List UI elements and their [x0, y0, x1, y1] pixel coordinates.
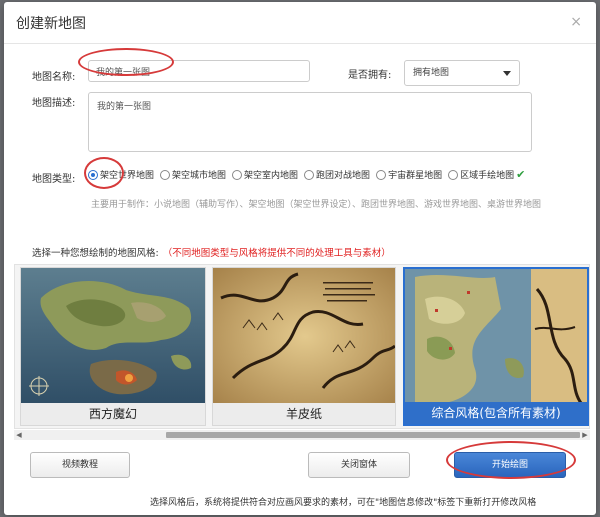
radio-fantasy-indoor-map[interactable]: 架空室内地图: [232, 168, 298, 181]
parchment-thumbnail: [213, 268, 395, 405]
style-warning-text: （不同地图类型与风格将提供不同的处理工具与素材）: [162, 248, 391, 259]
style-prompt: 选择一种您想绘制的地图风格: （不同地图类型与风格将提供不同的处理工具与素材）: [32, 245, 391, 259]
style-card-mixed[interactable]: 综合风格(包含所有素材): [403, 267, 589, 426]
radio-label: 架空世界地图: [100, 171, 155, 181]
radio-trpg-battle-map[interactable]: 跑团对战地图: [304, 168, 370, 181]
style-card-caption: 西方魔幻: [21, 403, 205, 425]
style-prompt-text: 选择一种您想绘制的地图风格:: [32, 248, 159, 259]
style-card-caption: 羊皮纸: [213, 403, 395, 425]
radio-label: 架空室内地图: [244, 171, 299, 181]
map-name-input[interactable]: 我的第一张图: [88, 60, 310, 82]
style-card-parchment[interactable]: 羊皮纸: [212, 267, 396, 426]
ownership-label: 是否拥有:: [348, 70, 392, 81]
radio-dot: [448, 169, 459, 180]
dialog-title-bar: 创建新地图 ×: [4, 2, 596, 44]
radio-label: 跑团对战地图: [316, 171, 371, 181]
gallery-horizontal-scrollbar[interactable]: ◀ ▶: [14, 430, 590, 440]
mixed-style-thumbnail: [405, 269, 587, 406]
ownership-select[interactable]: 拥有地图: [404, 60, 520, 86]
checkmark-icon: ✔: [516, 168, 526, 181]
style-gallery: 西方魔幻 羊皮纸 综合风格(包含所有素材): [14, 264, 590, 429]
close-window-button[interactable]: 关闭窗体: [308, 452, 410, 478]
video-tutorial-button[interactable]: 视频教程: [30, 452, 130, 478]
western-fantasy-thumbnail: [21, 268, 205, 405]
start-drawing-button[interactable]: 开始绘图: [454, 452, 566, 478]
style-card-western-fantasy[interactable]: 西方魔幻: [20, 267, 206, 426]
scroll-right-arrow-icon[interactable]: ▶: [581, 431, 589, 439]
map-name-label: 地图名称:: [32, 72, 76, 83]
map-type-radio-group: 架空世界地图 架空城市地图 架空室内地图 跑团对战地图 宇宙群星地图 区域手绘地…: [88, 168, 531, 181]
chevron-down-icon: [503, 71, 511, 76]
style-card-caption: 综合风格(包含所有素材): [405, 402, 587, 424]
map-type-usage-note: 主要用于制作：小说地图（辅助写作）、架空地图（架空世界设定）、跑团世界地图、游戏…: [91, 200, 542, 210]
scrollbar-thumb[interactable]: [166, 432, 580, 438]
radio-dot: [304, 169, 315, 180]
radio-fantasy-world-map[interactable]: 架空世界地图: [88, 168, 154, 181]
radio-cosmos-star-map[interactable]: 宇宙群星地图: [376, 168, 442, 181]
dialog-title: 创建新地图: [16, 16, 86, 32]
radio-label: 区域手绘地图: [460, 171, 515, 181]
map-description-label: 地图描述:: [32, 98, 76, 109]
radio-dot: [88, 169, 98, 180]
close-icon[interactable]: ×: [570, 14, 582, 30]
radio-dot: [376, 169, 387, 180]
create-map-dialog: 创建新地图 × 地图名称: 我的第一张图 是否拥有: 拥有地图 地图描述: 我的…: [4, 2, 596, 515]
radio-label: 宇宙群星地图: [388, 171, 443, 181]
radio-dot: [160, 169, 171, 180]
radio-regional-hand-drawn-map[interactable]: 区域手绘地图 ✔: [448, 168, 525, 181]
map-description-textarea[interactable]: 我的第一张图: [88, 92, 532, 152]
radio-dot: [232, 169, 243, 180]
radio-label: 架空城市地图: [172, 171, 227, 181]
scroll-left-arrow-icon[interactable]: ◀: [15, 431, 23, 439]
ownership-select-value: 拥有地图: [413, 68, 450, 78]
map-type-label: 地图类型:: [32, 174, 76, 185]
radio-fantasy-city-map[interactable]: 架空城市地图: [160, 168, 226, 181]
footer-note: 选择风格后，系统将提供符合对应画风要求的素材，可在"地图信息修改"标签下重新打开…: [150, 498, 537, 508]
